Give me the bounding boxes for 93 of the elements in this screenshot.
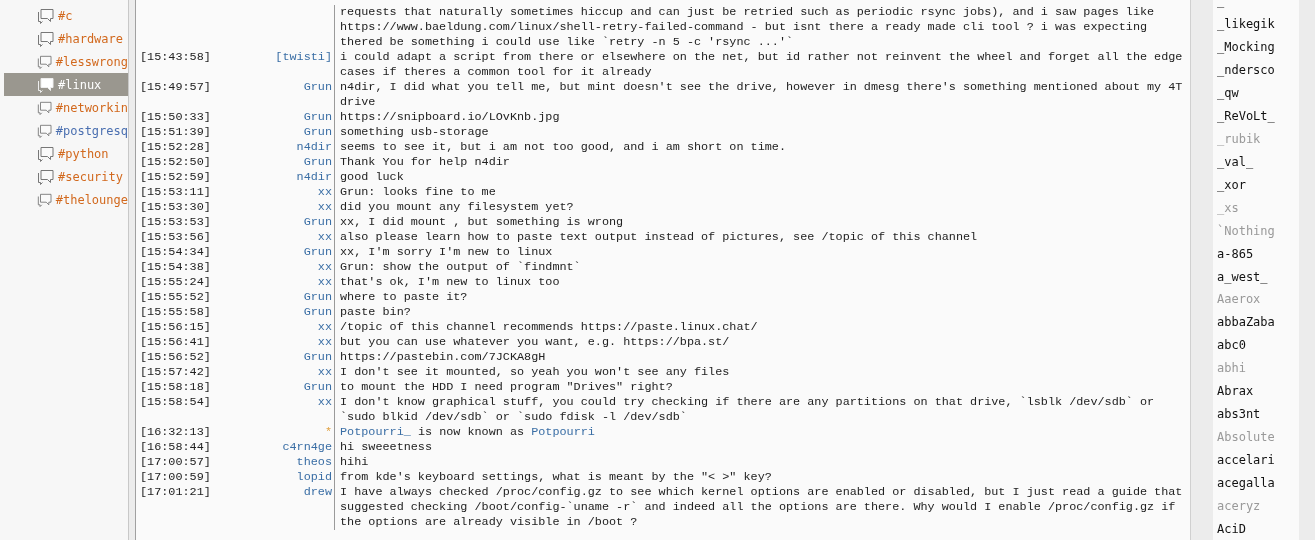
timestamp: [17:01:21] [140, 485, 212, 501]
timestamp: [17:00:59] [140, 470, 212, 485]
timestamp: [15:52:28] [140, 140, 212, 155]
nickname: n4dir [295, 140, 333, 155]
channel-name: #postgresq [55, 123, 128, 138]
nickname: xx [316, 200, 333, 215]
timestamp: [17:00:57] [140, 455, 212, 470]
nickname: xx [316, 275, 333, 290]
timestamp: [15:53:53] [140, 215, 212, 230]
chat-bubble-icon [37, 76, 55, 93]
nickname: * [323, 425, 333, 440]
nickname: Grun [302, 125, 333, 140]
nickname: xx [316, 320, 333, 335]
timestamp: [15:54:38] [140, 260, 212, 275]
channel-name: #thelounge [55, 192, 128, 207]
user-item[interactable]: a_west_ [1217, 265, 1299, 288]
timestamp: [15:43:58] [140, 50, 212, 66]
user-item[interactable]: Abrax [1217, 379, 1299, 403]
nickname: drew [302, 485, 333, 501]
user-item[interactable]: acegalla [1217, 471, 1299, 495]
nickname: Grun [302, 215, 333, 230]
timestamp: [16:32:13] [140, 425, 212, 440]
nickname: xx [316, 365, 333, 380]
nickname: Grun [302, 290, 333, 305]
nickname: xx [316, 395, 333, 411]
chat-bubble-icon [37, 168, 55, 185]
chat-bubble-icon [37, 191, 53, 208]
timestamp: [15:53:11] [140, 185, 212, 200]
user-item[interactable]: _qw [1217, 81, 1299, 105]
user-item[interactable]: _ndersco [1217, 58, 1299, 82]
nickname: xx [316, 230, 333, 245]
nickname: xx [316, 260, 333, 275]
chat-bubble-icon [37, 145, 55, 162]
channel-name: #linux [58, 77, 102, 92]
timestamp: [15:52:50] [140, 155, 212, 170]
timestamp: [15:56:15] [140, 320, 212, 335]
nickname: Grun [302, 350, 333, 365]
timestamp: [15:53:30] [140, 200, 212, 215]
channel-name: #hardware [58, 31, 124, 46]
channel-item[interactable]: #python [4, 142, 128, 165]
timestamp: [15:52:59] [140, 170, 212, 185]
timestamp: [15:56:41] [140, 335, 212, 350]
channel-item[interactable]: #postgresq [4, 119, 128, 142]
channel-item[interactable]: #lesswrong [4, 50, 128, 73]
user-item[interactable]: _Mocking [1217, 35, 1299, 59]
user-item[interactable]: _ReVoLt_ [1217, 104, 1299, 128]
timestamp: [15:55:24] [140, 275, 212, 290]
nickname: Grun [302, 110, 333, 125]
chat-bubble-icon [37, 122, 53, 139]
nickname: xx [316, 335, 333, 350]
timestamp: [15:54:34] [140, 245, 212, 260]
timestamp: [15:51:39] [140, 125, 212, 140]
user-item[interactable]: _ [1217, 0, 1299, 13]
nickname: n4dir [295, 170, 333, 185]
user-item[interactable]: abs3nt [1217, 402, 1299, 426]
timestamp: [15:55:58] [140, 305, 212, 320]
timestamp: [15:50:33] [140, 110, 212, 125]
user-item[interactable]: abbaZaba [1217, 310, 1299, 334]
channel-name: #security [58, 169, 124, 184]
channel-name: #lesswrong [55, 54, 128, 69]
user-item[interactable]: AciD [1217, 517, 1299, 540]
user-item[interactable]: accelari [1217, 448, 1299, 472]
timestamp: [16:58:44] [140, 440, 212, 455]
timestamp: [15:49:57] [140, 80, 212, 96]
nickname: Grun [302, 380, 333, 395]
nickname: [twisti] [274, 50, 333, 66]
timestamp: [15:58:54] [140, 395, 212, 411]
timestamp: [15:55:52] [140, 290, 212, 305]
chat-bubble-icon [37, 7, 55, 24]
nickname: theos [295, 455, 333, 470]
nickname: Grun [302, 80, 333, 96]
nickname: lopid [295, 470, 333, 485]
channel-name: #python [58, 146, 109, 161]
channel-name: #networkin [55, 100, 128, 115]
timestamp: [15:58:18] [140, 380, 212, 395]
nickname: c4rn4ge [281, 440, 333, 455]
chat-bubble-icon [37, 30, 55, 47]
channel-name: #c [58, 8, 73, 23]
timestamp: [15:56:52] [140, 350, 212, 365]
user-item[interactable]: _xor [1217, 173, 1299, 197]
user-item[interactable]: abc0 [1217, 333, 1299, 357]
timestamp: [15:57:42] [140, 365, 212, 380]
user-item[interactable]: a-865 [1217, 242, 1299, 266]
chat-bubble-icon [37, 53, 53, 70]
user-item[interactable]: _likegik [1217, 12, 1299, 36]
nickname: Grun [302, 155, 333, 170]
timestamp: [15:53:56] [140, 230, 212, 245]
nickname: Grun [302, 245, 333, 260]
nickname: Grun [302, 305, 333, 320]
nickname: xx [316, 185, 333, 200]
chat-bubble-icon [37, 99, 53, 116]
user-item[interactable]: _val_ [1217, 150, 1299, 174]
channel-item[interactable]: #networkin [4, 96, 128, 119]
